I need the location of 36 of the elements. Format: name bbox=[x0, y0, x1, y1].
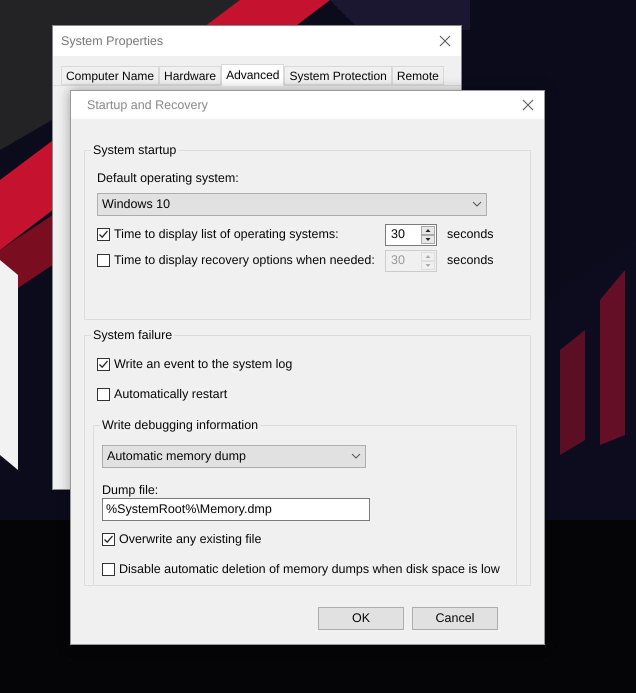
tab[interactable]: Computer Name bbox=[61, 66, 160, 85]
dialog-button[interactable]: Cancel bbox=[412, 607, 498, 630]
checkbox[interactable] bbox=[97, 254, 110, 268]
field-label: Default operating system: bbox=[97, 170, 240, 187]
window-title: System Properties bbox=[61, 32, 164, 50]
dump-file-field[interactable]: %SystemRoot%\Memory.dmp bbox=[102, 498, 370, 520]
dialog-button[interactable]: OK bbox=[318, 607, 404, 630]
checkbox[interactable] bbox=[97, 388, 110, 401]
chevron-down-icon bbox=[472, 201, 482, 208]
checkbox[interactable] bbox=[102, 532, 115, 546]
os-dropdown[interactable]: Windows 10 bbox=[97, 192, 487, 216]
checkbox-label: Overwrite any existing file bbox=[119, 531, 262, 548]
checkbox-label: Automatically restart bbox=[114, 386, 228, 403]
unit-label: seconds bbox=[447, 252, 494, 270]
close-icon[interactable] bbox=[439, 35, 451, 47]
tab[interactable]: System Protection bbox=[284, 66, 392, 85]
group-heading: System startup bbox=[91, 142, 178, 158]
close-icon[interactable] bbox=[522, 99, 534, 111]
dialog-title: Startup and Recovery bbox=[87, 96, 208, 114]
spin-arrows-icon[interactable] bbox=[421, 226, 435, 244]
group-heading: System failure bbox=[91, 327, 174, 343]
checkbox[interactable] bbox=[97, 228, 110, 242]
number-spinner[interactable]: 30 bbox=[385, 224, 437, 246]
checkbox-label: Time to display list of operating systems: bbox=[114, 226, 339, 244]
checkbox[interactable] bbox=[97, 358, 110, 371]
field-label: Dump file: bbox=[102, 482, 160, 496]
unit-label: seconds bbox=[447, 226, 494, 244]
tab[interactable]: Hardware bbox=[159, 66, 222, 85]
tab[interactable]: Remote bbox=[392, 66, 444, 85]
dump-type-dropdown[interactable]: Automatic memory dump bbox=[102, 444, 366, 468]
checkbox[interactable] bbox=[102, 562, 115, 576]
tab[interactable]: Advanced bbox=[221, 64, 284, 86]
checkbox-label: Write an event to the system log bbox=[114, 356, 292, 373]
checkbox-label: Disable automatic deletion of memory dumps when disk space is low bbox=[119, 560, 500, 578]
checkbox-label: Time to display recovery options when needed: bbox=[114, 252, 375, 270]
chevron-down-icon bbox=[351, 453, 361, 459]
